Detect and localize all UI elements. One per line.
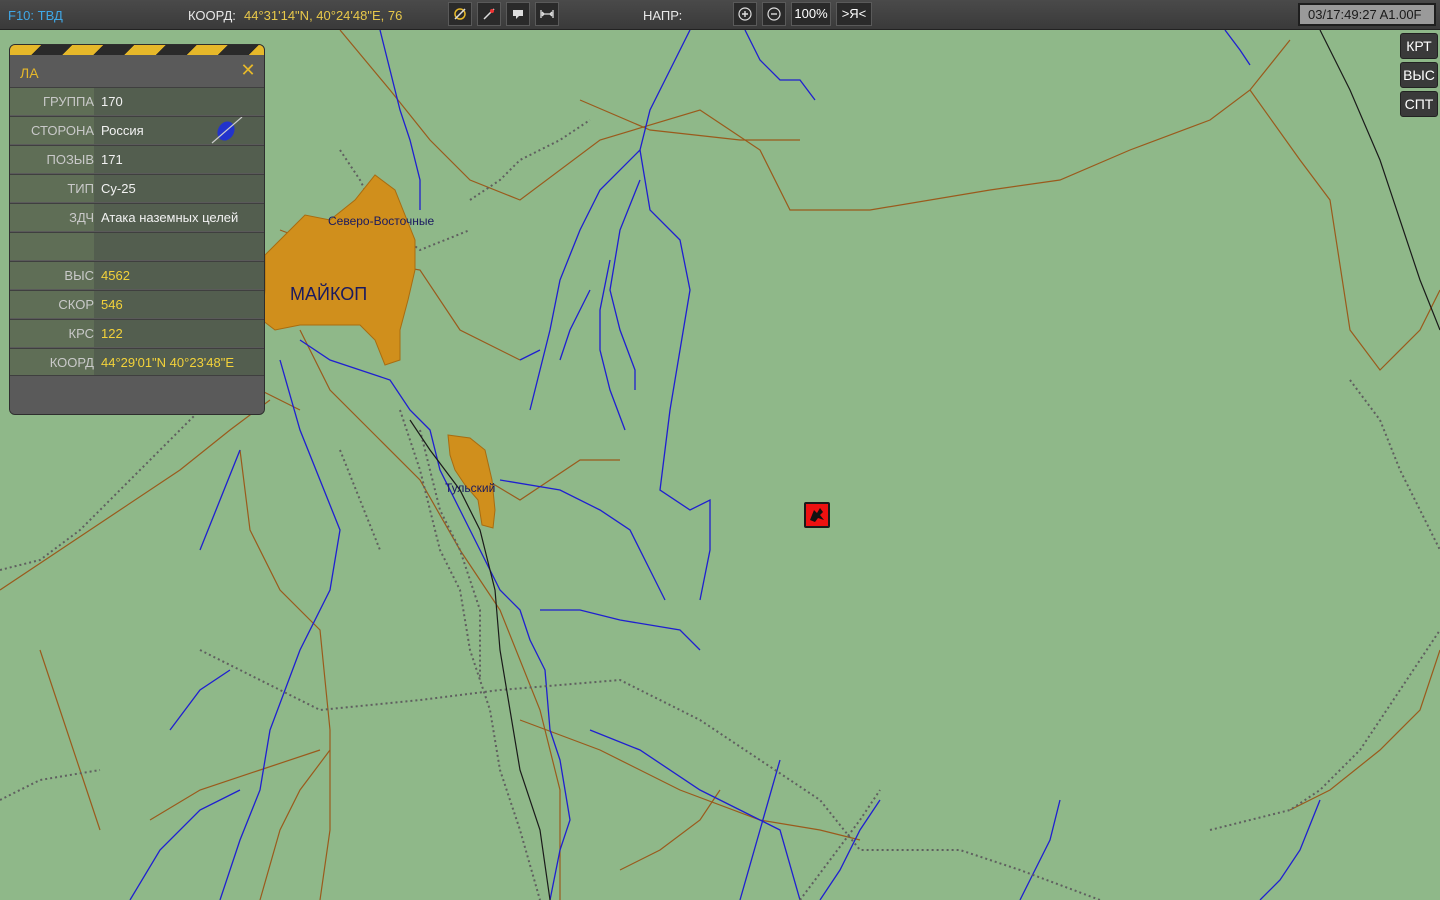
heading-label: НАПР: xyxy=(643,8,683,23)
zoom-level[interactable]: 100% xyxy=(791,2,831,26)
info-label: СКОР xyxy=(10,291,94,318)
altitude-mode-button[interactable]: ВЫС xyxy=(1400,62,1438,88)
mission-clock: 03/17:49:27 A1.00F xyxy=(1298,3,1436,26)
info-value: 546 xyxy=(101,297,123,312)
town-label-tulsky: Тульский xyxy=(445,481,495,495)
info-value: Россия xyxy=(101,123,144,138)
cursor-coord-label: КООРД: xyxy=(188,8,236,23)
ruler-button[interactable] xyxy=(535,2,559,26)
cursor-coord-value: 44°31'14"N, 40°24'48"E, 76 xyxy=(244,8,403,23)
map-mode-button[interactable]: КРТ xyxy=(1400,33,1438,59)
zoom-in-button[interactable] xyxy=(733,2,757,26)
info-value: 171 xyxy=(101,152,123,167)
top-toolbar: F10: ТВД КООРД: 44°31'14"N, 40°24'48"E, … xyxy=(0,0,1440,30)
info-row-coordinates: КООРД 44°29'01"N 40°23'48"E xyxy=(10,348,264,376)
info-value: Атака наземных целей xyxy=(101,210,239,225)
info-value: Су-25 xyxy=(101,181,136,196)
waypoint-icon xyxy=(483,8,495,20)
center-self-button[interactable]: >Я< xyxy=(836,2,872,26)
city-label-maikop: МАЙКОП xyxy=(290,283,367,304)
info-value: 122 xyxy=(101,326,123,341)
info-label: КРС xyxy=(10,320,94,347)
info-row-type: ТИП Су-25 xyxy=(10,174,264,202)
bullseye-button[interactable] xyxy=(448,2,472,26)
panel-hazard-stripe xyxy=(10,45,264,55)
info-row-altitude: ВЫС 4562 xyxy=(10,261,264,289)
ruler-icon xyxy=(540,10,554,18)
aircraft-icon xyxy=(810,508,824,522)
info-row-speed: СКОР 546 xyxy=(10,290,264,318)
panel-title: ЛА xyxy=(20,65,39,81)
info-row-empty xyxy=(10,232,264,260)
info-label: ТИП xyxy=(10,175,94,202)
waypoint-button[interactable] xyxy=(477,2,501,26)
bullseye-icon xyxy=(454,8,466,20)
info-label: ПОЗЫВ xyxy=(10,146,94,173)
view-mode-label: F10: ТВД xyxy=(8,8,63,23)
zoom-out-button[interactable] xyxy=(762,2,786,26)
info-label: ГРУППА xyxy=(10,88,94,115)
info-row-heading: КРС 122 xyxy=(10,319,264,347)
info-row-task: ЗДЧ Атака наземных целей xyxy=(10,203,264,231)
info-value: 4562 xyxy=(101,268,130,283)
info-row-group: ГРУППА 170 xyxy=(10,87,264,115)
info-row-side: СТОРОНА Россия xyxy=(10,116,264,144)
satellite-mode-button[interactable]: СПТ xyxy=(1400,91,1438,117)
hostile-aircraft-marker[interactable] xyxy=(804,502,830,528)
info-label: ЗДЧ xyxy=(10,204,94,231)
zoom-in-icon xyxy=(738,7,752,21)
comment-icon xyxy=(513,10,523,19)
close-icon[interactable]: ✕ xyxy=(239,61,257,79)
panel-footer xyxy=(10,375,264,414)
info-value: 44°29'01"N 40°23'48"E xyxy=(101,355,235,370)
info-label xyxy=(10,233,94,260)
info-row-callsign: ПОЗЫВ 171 xyxy=(10,145,264,173)
info-value: 170 xyxy=(101,94,123,109)
town-label-severo-vostochnye: Северо-Восточные xyxy=(328,214,435,228)
side-flag-icon xyxy=(211,117,243,144)
info-label: ВЫС xyxy=(10,262,94,289)
unit-info-panel: ЛА ✕ ГРУППА 170 СТОРОНА Россия ПОЗЫВ 171… xyxy=(9,44,265,415)
info-label: КООРД xyxy=(10,349,94,376)
comment-button[interactable] xyxy=(506,2,530,26)
info-label: СТОРОНА xyxy=(10,117,94,144)
zoom-out-icon xyxy=(767,7,781,21)
